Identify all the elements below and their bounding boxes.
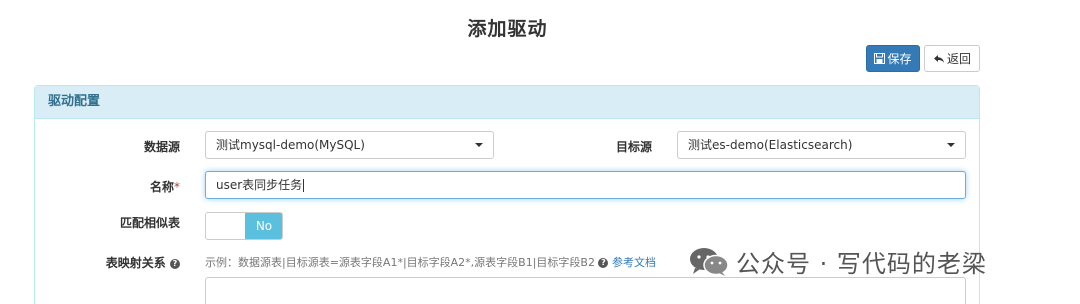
name-label-text: 名称 <box>149 180 174 194</box>
question-circle-icon[interactable]: ? <box>170 258 180 269</box>
target-select[interactable]: 测试es-demo(Elasticsearch) <box>677 131 966 159</box>
save-button-label: 保存 <box>887 52 912 66</box>
target-label: 目标源 <box>615 140 652 154</box>
mapping-label-text: 表映射关系 <box>105 256 166 270</box>
mapping-hint-text: 示例：数据源表|目标源表=源表字段A1*|目标字段A2*,源表字段B1|目标字段… <box>205 256 595 269</box>
toggle-state-label: No <box>245 213 282 239</box>
toggle-off-side <box>206 213 245 239</box>
match-similar-toggle[interactable]: No <box>205 212 283 240</box>
source-label: 数据源 <box>143 140 180 154</box>
save-icon <box>874 53 886 64</box>
watermark: 公众号 · 写代码的老梁 <box>688 244 987 279</box>
text-cursor <box>303 179 305 192</box>
watermark-text: 公众号 · 写代码的老梁 <box>736 250 987 278</box>
mapping-hint: 示例：数据源表|目标源表=源表字段A1*|目标字段A2*,源表字段B1|目标字段… <box>205 254 656 270</box>
back-button-label: 返回 <box>946 52 971 66</box>
reference-doc-link[interactable]: 参考文档 <box>612 256 656 269</box>
source-select-value: 测试mysql-demo(MySQL) <box>216 138 365 152</box>
back-button[interactable]: 返回 <box>924 45 980 72</box>
name-input[interactable]: user表同步任务 <box>205 171 966 199</box>
panel-title: 驱动配置 <box>35 86 979 119</box>
match-similar-label: 匹配相似表 <box>119 216 180 230</box>
source-select[interactable]: 测试mysql-demo(MySQL) <box>205 131 494 159</box>
wechat-icon <box>690 247 729 276</box>
target-select-value: 测试es-demo(Elasticsearch) <box>688 138 853 152</box>
mapping-label: 表映射关系 ? <box>90 254 180 271</box>
chevron-down-icon <box>947 143 955 147</box>
mapping-textarea[interactable] <box>205 277 966 304</box>
chevron-down-icon <box>475 143 483 147</box>
save-button[interactable]: 保存 <box>866 45 920 72</box>
required-mark: * <box>174 180 180 194</box>
question-circle-icon: ? <box>598 258 609 268</box>
name-label: 名称* <box>100 178 180 195</box>
name-input-value: user表同步任务 <box>216 178 303 192</box>
page: 添加驱动 保存 返回 驱动配置 数据源 测试mysql-demo(MySQL) … <box>0 0 1080 304</box>
page-title: 添加驱动 <box>467 18 548 40</box>
back-arrow-icon <box>933 54 944 63</box>
